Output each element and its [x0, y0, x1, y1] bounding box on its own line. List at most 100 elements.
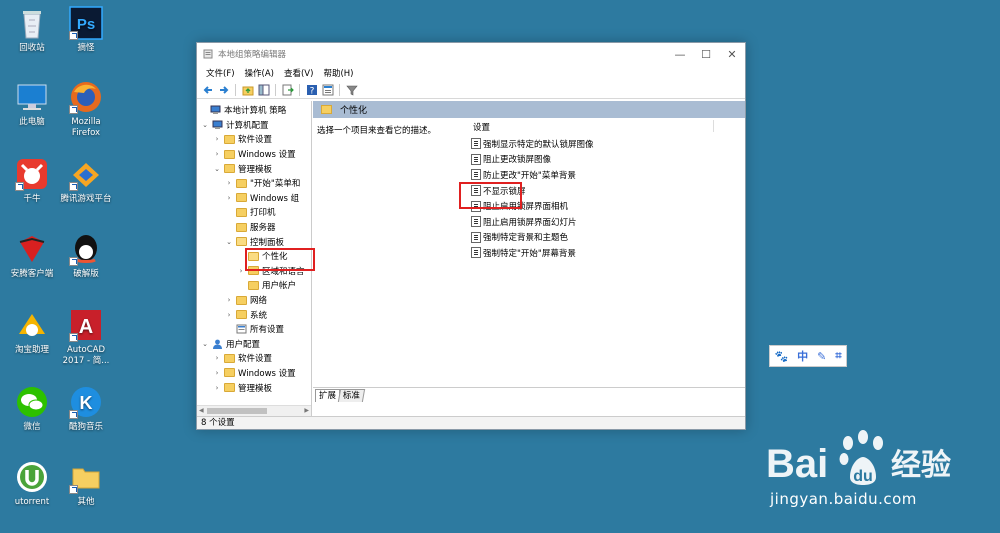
details-header: 个性化: [313, 101, 745, 118]
policy-setting-icon: [471, 153, 481, 165]
paw-icon[interactable]: 🐾: [774, 350, 788, 363]
tree-item[interactable]: › 网络: [197, 293, 311, 308]
tree-item[interactable]: 打印机: [197, 205, 311, 220]
toolbar: ?: [197, 81, 745, 99]
tree-item[interactable]: › 系统: [197, 307, 311, 322]
maximize-button[interactable]: ☐: [693, 43, 719, 65]
desktop-icon-taobao-helper[interactable]: 淘宝助理: [4, 308, 60, 356]
tree-item[interactable]: ⌄ 控制面板: [197, 234, 311, 249]
policy-setting-row[interactable]: 阻止更改锁屏图像: [461, 152, 723, 168]
tree-item[interactable]: 本地计算机 策略: [197, 103, 311, 118]
menu-help[interactable]: 帮助(H): [318, 67, 358, 79]
export-list-icon[interactable]: [281, 83, 294, 96]
menu-file[interactable]: 文件(F): [201, 67, 240, 79]
baidu-url: jingyan.baidu.com: [770, 490, 917, 508]
close-button[interactable]: ✕: [719, 43, 745, 65]
expand-chevron-icon[interactable]: ›: [213, 369, 221, 377]
details-vertical-scrollbar[interactable]: [732, 118, 745, 388]
folder-icon: [236, 310, 247, 320]
expand-chevron-icon[interactable]: ›: [225, 179, 233, 187]
collapse-chevron-icon[interactable]: ⌄: [225, 238, 233, 246]
back-icon[interactable]: [201, 83, 214, 96]
pen-icon[interactable]: ✎: [817, 350, 826, 363]
show-hide-tree-icon[interactable]: [257, 83, 270, 96]
tree-item[interactable]: › 软件设置: [197, 132, 311, 147]
scroll-right-icon[interactable]: ▶: [304, 407, 309, 414]
tree-item[interactable]: › Windows 设置: [197, 366, 311, 381]
tree-item[interactable]: ⌄ 用户配置: [197, 337, 311, 352]
desktop-icon-wechat[interactable]: 微信: [4, 385, 60, 433]
desktop-icon-label: 微信: [23, 422, 41, 432]
policy-setting-row[interactable]: 防止更改"开始"菜单背景: [461, 167, 723, 183]
window-title: 本地组策略编辑器: [218, 50, 287, 60]
expand-chevron-icon[interactable]: ›: [213, 150, 221, 158]
policy-setting-label: 防止更改"开始"菜单背景: [483, 170, 576, 181]
policy-setting-row[interactable]: 强制显示特定的默认锁屏图像: [461, 136, 723, 152]
expand-chevron-icon[interactable]: ›: [213, 384, 221, 392]
expand-chevron-icon[interactable]: ›: [213, 354, 221, 362]
tree-item[interactable]: 服务器: [197, 220, 311, 235]
desktop-icon-photoshop[interactable]: Ps 摘怪: [58, 6, 114, 54]
chinese-input-icon[interactable]: 中: [797, 348, 808, 364]
collapse-chevron-icon[interactable]: ⌄: [201, 121, 209, 129]
collapse-chevron-icon[interactable]: ⌄: [213, 165, 221, 173]
title-bar[interactable]: 本地组策略编辑器 — ☐ ✕: [197, 43, 745, 65]
desktop-icon-folder[interactable]: 其他: [58, 460, 114, 508]
filter-icon[interactable]: [345, 83, 358, 96]
policy-setting-icon: [471, 169, 481, 181]
up-folder-icon[interactable]: [241, 83, 254, 96]
tree-item[interactable]: 用户帐户: [197, 278, 311, 293]
photoshop-icon: Ps: [69, 6, 103, 40]
tree-item-label: 计算机配置: [226, 120, 269, 131]
tree-item[interactable]: › 管理模板: [197, 380, 311, 395]
desktop-icon-utorrent[interactable]: utorrent: [4, 460, 60, 508]
forward-icon[interactable]: [217, 83, 230, 96]
desktop-icon-autocad[interactable]: A AutoCAD 2017 - 简...: [58, 308, 114, 367]
svg-text:?: ?: [309, 86, 314, 96]
menu-view[interactable]: 查看(V): [279, 67, 318, 79]
policy-setting-row[interactable]: 强制特定背景和主题色: [461, 230, 723, 246]
expand-chevron-icon[interactable]: ›: [225, 194, 233, 202]
expand-chevron-icon[interactable]: ›: [213, 135, 221, 143]
tree-item[interactable]: › Windows 组: [197, 191, 311, 206]
desktop-icon-firefox[interactable]: Mozilla Firefox: [58, 80, 114, 139]
settings-column-header[interactable]: 设置: [461, 118, 723, 136]
tree-horizontal-scrollbar[interactable]: ◀ ▶: [197, 405, 311, 416]
tree-item[interactable]: 所有设置: [197, 322, 311, 337]
folder-icon: [224, 149, 235, 159]
desktop-icon-tencent-game[interactable]: 腾讯游戏平台: [58, 157, 114, 205]
antivirus-icon: [15, 232, 49, 266]
policy-setting-row[interactable]: 阻止启用锁屏界面幻灯片: [461, 214, 723, 230]
properties-icon[interactable]: [321, 83, 334, 96]
tab-extended[interactable]: 扩展: [315, 389, 341, 402]
desktop-icon-computer[interactable]: 此电脑: [4, 80, 60, 128]
desktop-icon-label: Mozilla Firefox: [71, 117, 101, 138]
desktop-icon-kugou[interactable]: K 酷狗音乐: [58, 385, 114, 433]
menu-action[interactable]: 操作(A): [240, 67, 279, 79]
help-icon[interactable]: ?: [305, 83, 318, 96]
expand-chevron-icon[interactable]: ›: [225, 296, 233, 304]
tree-item[interactable]: › 软件设置: [197, 351, 311, 366]
minimize-button[interactable]: —: [667, 43, 693, 65]
folder-icon: [236, 222, 247, 232]
column-separator[interactable]: [713, 120, 714, 132]
expand-chevron-icon[interactable]: ›: [225, 311, 233, 319]
desktop-icon-recycle-bin[interactable]: 回收站: [4, 6, 60, 54]
expand-chevron-icon[interactable]: ›: [237, 267, 245, 275]
tree-item[interactable]: ⌄ 管理模板: [197, 161, 311, 176]
collapse-chevron-icon[interactable]: ⌄: [201, 340, 209, 348]
tree-item[interactable]: › Windows 设置: [197, 147, 311, 162]
desktop-icon-qianniu[interactable]: 千牛: [4, 157, 60, 205]
scroll-left-icon[interactable]: ◀: [199, 407, 204, 414]
tab-standard[interactable]: 标准: [337, 389, 366, 402]
desktop-icon-antivirus[interactable]: 安腾客户端: [4, 232, 60, 280]
desktop-icon-qq[interactable]: 破解版: [58, 232, 114, 280]
scroll-thumb[interactable]: [207, 408, 267, 414]
baidu-floating-toolbar: 🐾 中 ✎ ⌗: [769, 345, 847, 367]
folder-icon: [224, 383, 235, 393]
tree-item-label: 软件设置: [238, 354, 273, 365]
policy-setting-row[interactable]: 强制特定"开始"屏幕背景: [461, 245, 723, 261]
tree-item[interactable]: › "开始"菜单和: [197, 176, 311, 191]
crop-icon[interactable]: ⌗: [835, 349, 841, 363]
tree-item[interactable]: ⌄ 计算机配置: [197, 118, 311, 133]
